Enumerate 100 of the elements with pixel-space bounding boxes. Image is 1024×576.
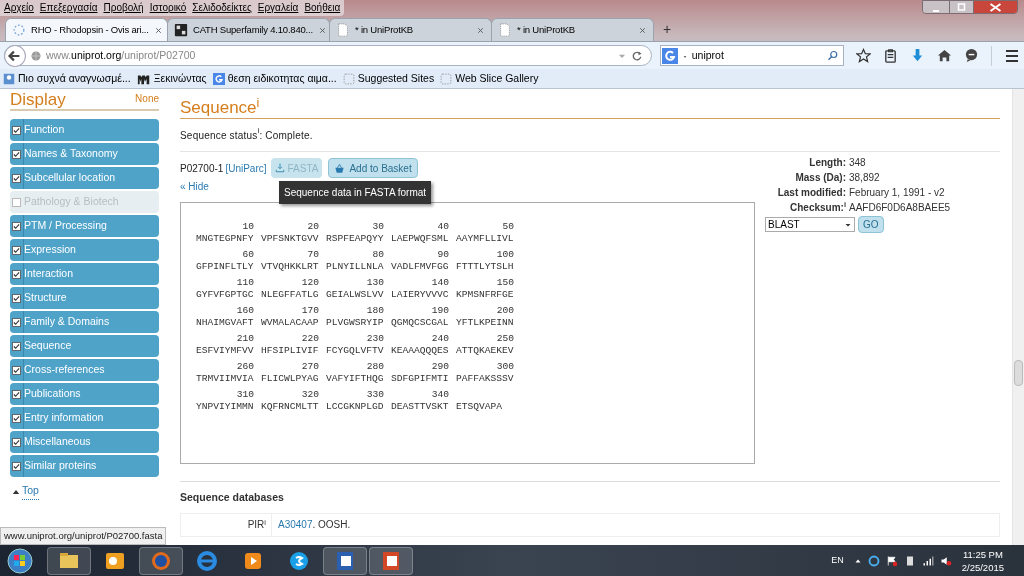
check-icon <box>13 150 20 158</box>
sequence-text: KPMSNFRFGE <box>456 287 514 302</box>
checkbox[interactable] <box>12 341 21 351</box>
browser-tab[interactable]: * in UniProtKB <box>329 18 492 41</box>
sequence-text: FCYGQLVFTV <box>326 343 384 358</box>
search-field[interactable]: uniprot <box>659 45 844 66</box>
sequence-text: MNGTEGPNFY <box>196 231 254 246</box>
position-number: 80 <box>371 247 384 262</box>
close-icon[interactable] <box>317 25 327 35</box>
checkbox[interactable] <box>12 125 21 135</box>
tab-title: * in UniProtKB <box>517 22 576 37</box>
menu-item[interactable]: Προβολή <box>103 3 144 13</box>
position-number: 30 <box>371 219 384 234</box>
position-number: 270 <box>300 359 319 374</box>
checkbox[interactable] <box>12 437 21 447</box>
menu-item[interactable]: Αρχείο <box>4 3 34 13</box>
reload-icon[interactable] <box>630 49 643 62</box>
close-icon[interactable] <box>638 25 647 35</box>
menu-item[interactable]: Σελιδοδείκτες <box>192 3 252 13</box>
checkbox[interactable] <box>12 269 21 279</box>
checkbox[interactable] <box>12 317 21 327</box>
new-tab-button[interactable]: + <box>654 18 680 41</box>
close-icon[interactable] <box>153 25 163 35</box>
checkbox[interactable] <box>12 365 21 375</box>
databases-heading: Sequence databases <box>180 490 285 505</box>
menu-icon[interactable] <box>1004 47 1020 64</box>
clipboard-icon[interactable] <box>883 48 898 63</box>
bookmark-link[interactable]: Ξεκινώντας <box>153 70 207 87</box>
check-icon <box>13 318 20 326</box>
property-label: Checksum:$^{i}$ <box>789 200 847 215</box>
flag-icon[interactable] <box>885 554 898 567</box>
property-value: 38,892 <box>849 171 880 185</box>
position-number: 290 <box>430 359 449 374</box>
checkbox[interactable] <box>12 173 21 183</box>
web-slice-icon <box>440 72 453 85</box>
logo-icon <box>174 23 188 37</box>
browser-tab[interactable]: * in UniProtKB <box>491 18 654 41</box>
home-icon[interactable] <box>937 48 952 63</box>
tooltip: Sequence data in FASTA format <box>279 181 432 204</box>
position-number: 240 <box>430 331 449 346</box>
menu-item[interactable]: Ιστορικό <box>149 3 187 13</box>
web-slice-icon <box>342 72 355 85</box>
browser-tab[interactable]: RHO - Rhodopsin - Ovis ari... <box>5 18 168 41</box>
position-number: 60 <box>241 247 254 262</box>
checkbox[interactable] <box>12 389 21 399</box>
close-icon[interactable] <box>973 1 1017 13</box>
tab-title: * in UniProtKB <box>355 22 414 37</box>
none-link[interactable]: None <box>135 91 159 106</box>
checkbox[interactable] <box>12 245 21 255</box>
position-number: 220 <box>300 331 319 346</box>
checkbox[interactable] <box>12 461 21 471</box>
start-icon[interactable] <box>7 547 33 574</box>
bookmark-star-icon[interactable] <box>856 48 871 63</box>
check-icon <box>13 294 20 302</box>
menu-item[interactable]: Εργαλεία <box>257 3 299 13</box>
property-value: February 1, 1991 - v2 <box>849 186 945 200</box>
position-number: 20 <box>306 219 319 234</box>
add-to-basket-button[interactable]: Add to Basket <box>328 158 418 178</box>
tool-select[interactable]: BLAST <box>765 217 855 232</box>
bookmark-link[interactable]: θεση ειδικοτητας αιμα... <box>227 70 337 87</box>
uniparc-link[interactable]: [UniParc] <box>225 160 267 176</box>
position-number: 180 <box>365 303 384 318</box>
clock-time[interactable]: 11:25 PM <box>962 547 1003 561</box>
browser-tab[interactable]: CATH Superfamily 4.10.840... <box>167 18 330 41</box>
position-number: 40 <box>436 219 449 234</box>
position-number: 150 <box>495 275 514 290</box>
volume-icon[interactable] <box>939 554 952 567</box>
checkbox[interactable] <box>12 413 21 423</box>
top-link[interactable]: Top <box>22 483 39 500</box>
property-value: 348 <box>849 156 866 170</box>
position-number: 70 <box>306 247 319 262</box>
bookmark-link[interactable]: Suggested Sites <box>357 70 435 87</box>
menu-item[interactable]: Βοήθεια <box>304 3 341 13</box>
checkbox[interactable] <box>12 293 21 303</box>
language-indicator[interactable]: EN <box>831 553 844 568</box>
checkbox[interactable] <box>12 221 21 231</box>
bookmark-link[interactable]: Web Slice Gallery <box>455 70 539 87</box>
search-icon[interactable] <box>827 49 839 62</box>
clock-date[interactable]: 2/25/2015 <box>961 560 1004 574</box>
status-url: www.uniprot.org/uniprot/P02700.fasta <box>0 526 167 545</box>
position-number: 130 <box>365 275 384 290</box>
sequence-text: VTVQHKKLRT <box>261 259 319 274</box>
checkbox[interactable] <box>12 149 21 159</box>
maximize-icon[interactable] <box>949 1 973 13</box>
google-icon <box>661 47 678 64</box>
sequence-text: WVMALACAAP <box>261 315 319 330</box>
back-icon[interactable] <box>4 44 26 67</box>
menu-item[interactable]: Επεξεργασία <box>39 3 98 13</box>
position-number: 230 <box>365 331 384 346</box>
sequence-text: VAFYIFTHQG <box>326 371 384 386</box>
hide-link[interactable]: « Hide <box>180 179 209 194</box>
check-icon <box>13 390 20 398</box>
close-icon[interactable] <box>476 25 485 35</box>
go-button[interactable]: GO <box>858 216 884 233</box>
checkbox[interactable] <box>12 197 21 207</box>
sequence-text: QGMQCSCGAL <box>391 315 449 330</box>
bookmark-link[interactable]: Πιο συχνά αναγνωσμέ... <box>18 70 131 87</box>
section-title: Sequence$^{i}$ <box>180 99 260 116</box>
database-link[interactable]: A30407 <box>278 517 313 533</box>
address-bar[interactable]: www.uniprot.org/uniprot/P02700 <box>4 45 652 66</box>
